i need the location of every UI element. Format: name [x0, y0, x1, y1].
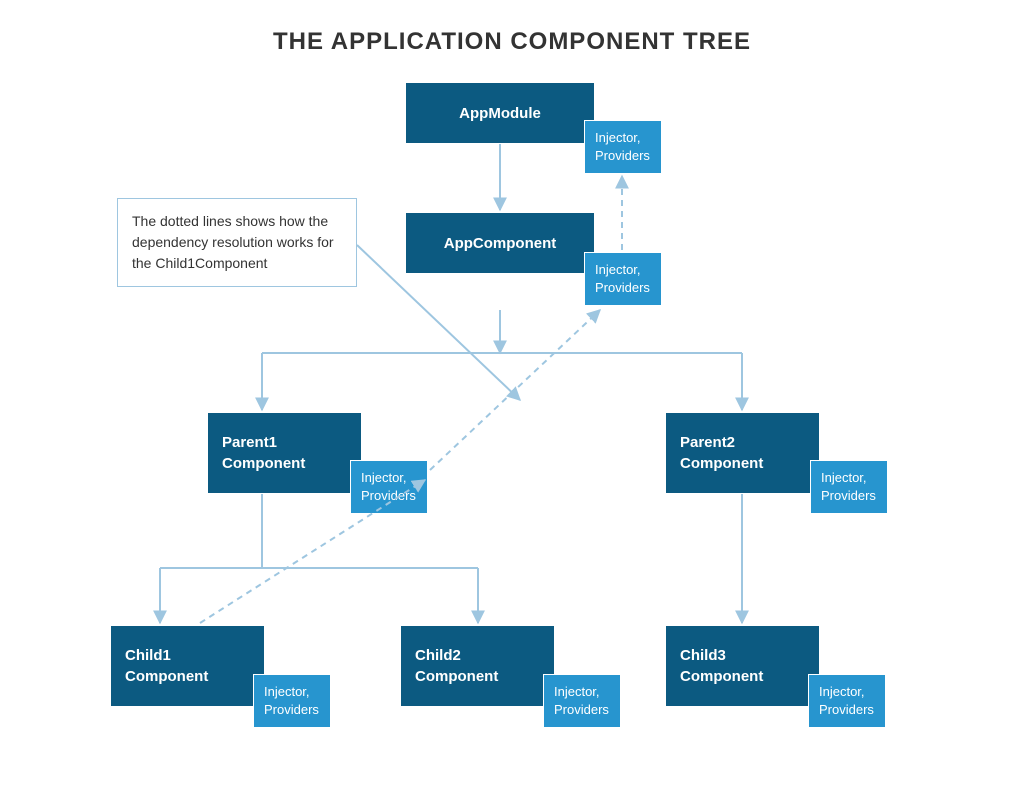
badge-child1: Injector, Providers	[253, 674, 331, 728]
node-label: Child1 Component	[125, 645, 208, 687]
node-child2: Child2 Component	[400, 625, 555, 707]
node-label: AppModule	[459, 103, 541, 124]
badge-app-module: Injector, Providers	[584, 120, 662, 174]
node-app-component: AppComponent	[405, 212, 595, 274]
node-label: AppComponent	[444, 233, 556, 254]
badge-app-component: Injector, Providers	[584, 252, 662, 306]
badge-parent2: Injector, Providers	[810, 460, 888, 514]
node-parent2: Parent2 Component	[665, 412, 820, 494]
badge-parent1: Injector, Providers	[350, 460, 428, 514]
node-child1: Child1 Component	[110, 625, 265, 707]
diagram-title: THE APPLICATION COMPONENT TREE	[0, 28, 1024, 56]
node-app-module: AppModule	[405, 82, 595, 144]
explanation-note: The dotted lines shows how the dependenc…	[117, 198, 357, 287]
node-child3: Child3 Component	[665, 625, 820, 707]
node-parent1: Parent1 Component	[207, 412, 362, 494]
node-label: Child3 Component	[680, 645, 763, 687]
node-label: Parent1 Component	[222, 432, 305, 474]
badge-child2: Injector, Providers	[543, 674, 621, 728]
edge-dep-parent1-to-appcomponent	[430, 310, 600, 470]
node-label: Parent2 Component	[680, 432, 763, 474]
badge-child3: Injector, Providers	[808, 674, 886, 728]
node-label: Child2 Component	[415, 645, 498, 687]
